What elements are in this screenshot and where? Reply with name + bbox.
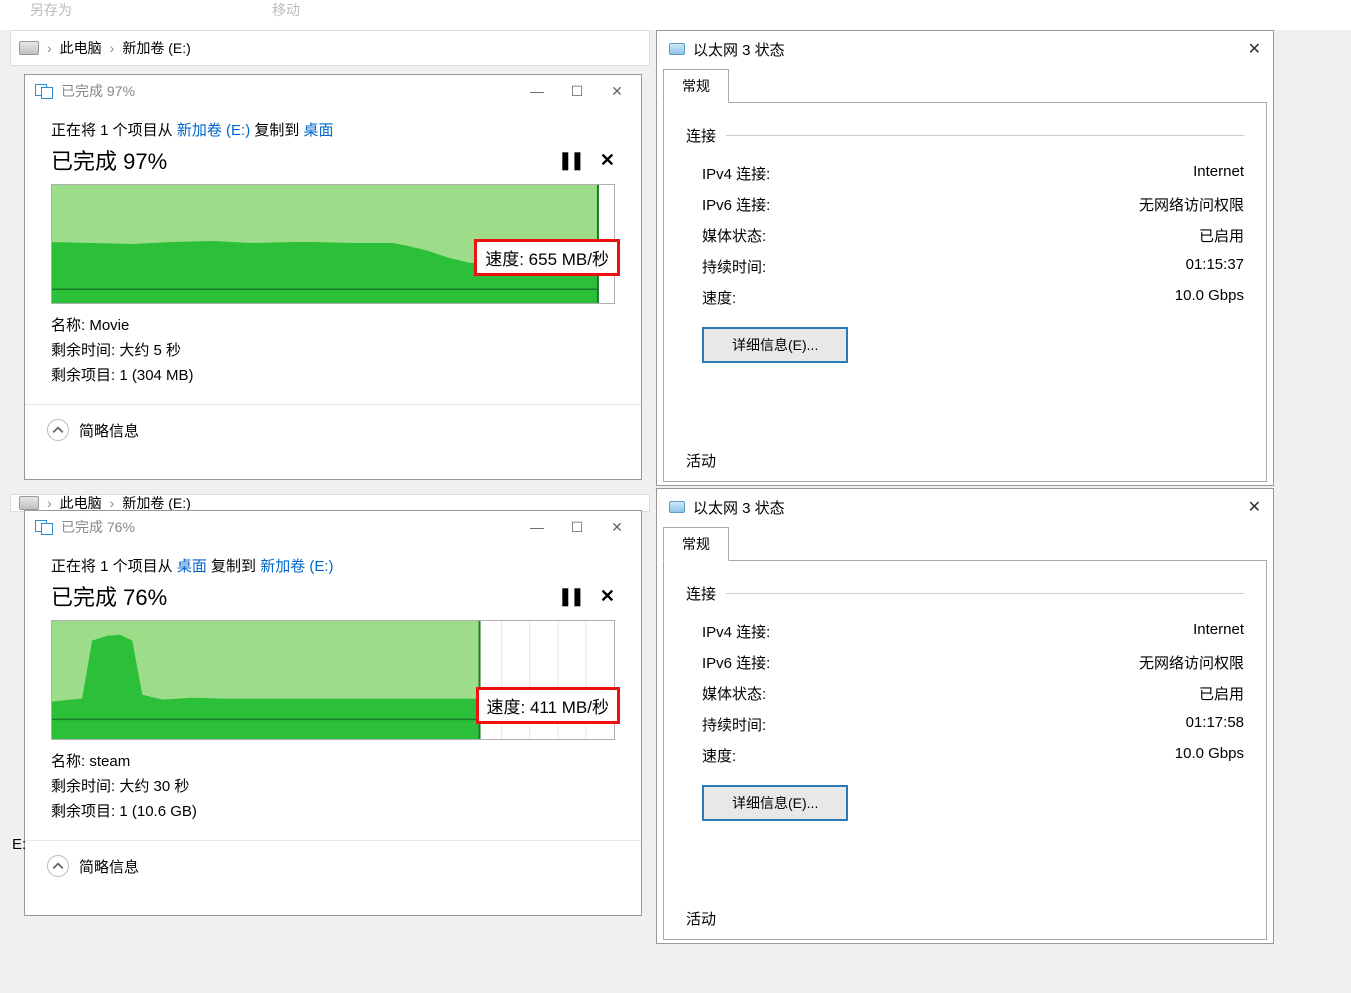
duration-label: 持续时间:: [702, 256, 766, 277]
speed-badge: 速度: 411 MB/秒: [476, 687, 621, 724]
speed-chart: 速度: 411 MB/秒: [51, 620, 615, 740]
duration-value: 01:17:58: [1186, 714, 1244, 735]
chevron-right-icon: ›: [110, 40, 115, 56]
title-bar: 以太网 3 状态 ✕: [657, 31, 1273, 67]
minimize-button[interactable]: —: [523, 83, 551, 100]
copy-dialog-2: 已完成 76% — ☐ ✕ 正在将 1 个项目从 桌面 复制到 新加卷 (E:)…: [24, 510, 642, 916]
maximize-button[interactable]: ☐: [563, 83, 591, 100]
drive-letter-hint: E:: [12, 836, 26, 853]
copy-meta: 名称: Movie 剩余时间: 大约 5 秒 剩余项目: 1 (304 MB): [51, 314, 615, 388]
chevron-right-icon: ›: [110, 495, 115, 511]
section-activity: 活动: [686, 908, 716, 929]
ipv6-label: IPv6 连接:: [702, 194, 770, 215]
ipv6-value: 无网络访问权限: [1139, 652, 1244, 673]
breadcrumb-top[interactable]: › 此电脑 › 新加卷 (E:): [10, 30, 650, 66]
source-link[interactable]: 桌面: [177, 558, 207, 575]
breadcrumb-part[interactable]: 此电脑: [60, 38, 102, 58]
copy-dialog-1: 已完成 97% — ☐ ✕ 正在将 1 个项目从 新加卷 (E:) 复制到 桌面…: [24, 74, 642, 480]
close-button[interactable]: ✕: [603, 519, 631, 536]
minimize-button[interactable]: —: [523, 519, 551, 536]
ribbon-item: 移动: [272, 0, 300, 30]
chevron-right-icon: ›: [47, 495, 52, 511]
duration-label: 持续时间:: [702, 714, 766, 735]
network-icon: [669, 43, 685, 55]
network-icon: [669, 501, 685, 513]
chevron-up-icon: [52, 424, 64, 436]
progress-heading: 已完成 97%: [51, 144, 167, 176]
duration-value: 01:15:37: [1186, 256, 1244, 277]
ipv4-value: Internet: [1193, 163, 1244, 184]
ipv6-value: 无网络访问权限: [1139, 194, 1244, 215]
tab-content: 连接 IPv4 连接: Internet IPv6 连接: 无网络访问权限 媒体状态…: [663, 560, 1267, 940]
speed-value: 10.0 Gbps: [1175, 287, 1244, 308]
close-button[interactable]: ✕: [1248, 497, 1261, 517]
copy-icon: [35, 520, 53, 534]
details-button[interactable]: 详细信息(E)...: [702, 327, 848, 363]
copy-icon: [35, 84, 53, 98]
drive-icon: [19, 496, 39, 510]
maximize-button[interactable]: ☐: [563, 519, 591, 536]
ipv4-label: IPv4 连接:: [702, 621, 770, 642]
title-bar: 已完成 76% — ☐ ✕: [25, 511, 641, 543]
ipv6-label: IPv6 连接:: [702, 652, 770, 673]
less-details-label[interactable]: 简略信息: [79, 420, 139, 441]
details-button[interactable]: 详细信息(E)...: [702, 785, 848, 821]
tab-general[interactable]: 常规: [663, 69, 729, 103]
ethernet-status-dialog-2: 以太网 3 状态 ✕ 常规 连接 IPv4 连接: Internet IPv6 连…: [656, 488, 1274, 944]
window-title: 以太网 3 状态: [693, 39, 785, 60]
copy-description: 正在将 1 个项目从 新加卷 (E:) 复制到 桌面: [51, 119, 615, 140]
window-title: 已完成 97%: [61, 81, 135, 101]
tab-content: 连接 IPv4 连接: Internet IPv6 连接: 无网络访问权限 媒体状态…: [663, 102, 1267, 482]
window-title: 已完成 76%: [61, 517, 135, 537]
ribbon: 另存为 移动: [0, 0, 1351, 30]
ribbon-item: 另存为: [30, 0, 72, 30]
breadcrumb-part[interactable]: 新加卷 (E:): [122, 38, 190, 58]
media-label: 媒体状态:: [702, 225, 766, 246]
section-connection: 连接: [686, 125, 716, 146]
pause-button[interactable]: ❚❚: [558, 586, 582, 607]
less-details-label[interactable]: 简略信息: [79, 856, 139, 877]
window-title: 以太网 3 状态: [693, 497, 785, 518]
dest-link[interactable]: 新加卷 (E:): [260, 558, 333, 575]
speed-badge: 速度: 655 MB/秒: [474, 239, 620, 276]
ipv4-value: Internet: [1193, 621, 1244, 642]
progress-heading: 已完成 76%: [51, 580, 167, 612]
section-activity: 活动: [686, 450, 716, 471]
section-connection: 连接: [686, 583, 716, 604]
speed-value: 10.0 Gbps: [1175, 745, 1244, 766]
media-value: 已启用: [1199, 683, 1244, 704]
chevron-up-icon: [52, 860, 64, 872]
tab-general[interactable]: 常规: [663, 527, 729, 561]
title-bar: 已完成 97% — ☐ ✕: [25, 75, 641, 107]
chevron-right-icon: ›: [47, 40, 52, 56]
pause-button[interactable]: ❚❚: [558, 150, 582, 171]
speed-label: 速度:: [702, 287, 736, 308]
close-button[interactable]: ✕: [603, 83, 631, 100]
cancel-button[interactable]: ✕: [600, 586, 615, 607]
dest-link[interactable]: 桌面: [304, 122, 334, 139]
speed-label: 速度:: [702, 745, 736, 766]
close-button[interactable]: ✕: [1248, 39, 1261, 59]
copy-description: 正在将 1 个项目从 桌面 复制到 新加卷 (E:): [51, 555, 615, 576]
cancel-button[interactable]: ✕: [600, 150, 615, 171]
copy-meta: 名称: steam 剩余时间: 大约 30 秒 剩余项目: 1 (10.6 GB…: [51, 750, 615, 824]
media-label: 媒体状态:: [702, 683, 766, 704]
drive-icon: [19, 41, 39, 55]
ipv4-label: IPv4 连接:: [702, 163, 770, 184]
speed-chart: 速度: 655 MB/秒: [51, 184, 615, 304]
collapse-button[interactable]: [47, 419, 69, 441]
media-value: 已启用: [1199, 225, 1244, 246]
collapse-button[interactable]: [47, 855, 69, 877]
ethernet-status-dialog-1: 以太网 3 状态 ✕ 常规 连接 IPv4 连接: Internet IPv6 连…: [656, 30, 1274, 486]
source-link[interactable]: 新加卷 (E:): [177, 122, 250, 139]
title-bar: 以太网 3 状态 ✕: [657, 489, 1273, 525]
